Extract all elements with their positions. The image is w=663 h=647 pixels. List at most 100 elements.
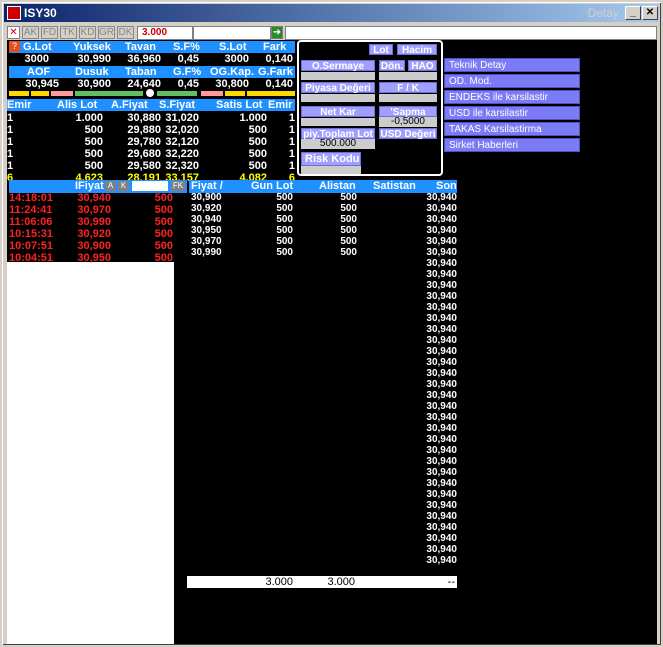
son-value: 30,940 [426,346,457,357]
depth-cell: 500 [84,124,103,136]
son-value: 30,940 [426,456,457,467]
son-value: 30,940 [426,324,457,335]
detay-label: Detay [587,6,619,20]
title-bar[interactable]: ISY30 Detay _ ✕ [4,4,659,22]
minimize-button[interactable]: _ [625,6,641,20]
menu-endeks[interactable]: ENDEKS ile karsilastir [444,90,580,104]
hdr-sf: S.F% [173,41,200,53]
son-value: 30,940 [426,357,457,368]
son-value: 30,940 [426,555,457,566]
osermaye-value [301,72,375,80]
depth-cell: 32,220 [165,148,199,160]
hdr-gfark: G.Fark [258,66,293,78]
color-bar-segment [75,91,143,96]
toolbar-btn-gr[interactable]: GR [98,26,115,39]
menu-usd[interactable]: USD ile karsilastir [444,106,580,120]
lot-button[interactable]: Lot [369,44,393,56]
val-aof: 30,945 [25,78,59,90]
menu-takas[interactable]: TAKAS Karsilastirma [444,122,580,136]
son-value: 30,940 [426,368,457,379]
close-x-icon[interactable]: ✕ [7,26,20,39]
depth-hdr-sfiyat: S.Fiyat [159,99,196,111]
depth-cell: 29,680 [127,148,161,160]
son-value: 30,940 [426,544,457,555]
fk-label: F / K [379,82,437,94]
depth-cell: 32,020 [165,124,199,136]
son-value: 30,940 [426,445,457,456]
menu-od-mod[interactable]: OD. Mod. [444,74,580,88]
center-marker-icon [145,88,155,98]
piyasa-label: Piyasa Değeri [301,82,375,94]
trade-price: 30,920 [77,228,111,240]
depth-cell: 500 [248,136,267,148]
val-sf: 0,45 [177,53,199,65]
don-label: Dön. [379,60,405,72]
trade-lot: 500 [154,204,173,216]
trade-lot: 500 [154,216,173,228]
trade-price: 30,990 [77,216,111,228]
fk-button[interactable]: FK [171,181,185,191]
app-icon [7,6,21,20]
trade-price: 30,940 [77,192,111,204]
trade-time: 11:24:41 [9,204,53,216]
toolbar-btn-dk[interactable]: DK [117,26,134,39]
price-alistan: 500 [340,247,357,258]
son-value: 30,940 [426,192,457,203]
toolbar: ✕ AK FD TK KD GR DK 3.000 ➜ [7,26,657,40]
depth-cell: 1.000 [239,112,267,124]
hdr-tavan: Tavan [125,41,156,53]
son-value: 30,940 [426,214,457,225]
toolbar-btn-fd[interactable]: FD [41,26,58,39]
usd-deger-label: USD Değeri [379,128,437,140]
price-alistan: 500 [340,236,357,247]
piyasa-value [301,94,375,102]
netkar-value [301,118,375,126]
trades-filter-field[interactable] [132,181,168,191]
depth-cell: 1 [288,124,295,136]
menu-teknik-detay[interactable]: Teknik Detay [444,58,580,72]
price-gunlot: 500 [276,214,293,225]
trade-lot: 500 [154,192,173,204]
close-button[interactable]: ✕ [642,6,658,20]
depth-hdr-emir: Emir [7,99,32,111]
depth-cell: 1 [7,124,14,136]
quantity-input[interactable]: 3.000 [137,26,193,40]
son-value: 30,940 [426,434,457,445]
piy-toplam-value: 500.000 [301,139,375,149]
depth-cell: 1 [288,136,295,148]
hao-label: HAO [408,60,437,72]
trade-time: 11:06:06 [9,216,53,228]
go-arrow-icon[interactable]: ➜ [271,26,283,39]
trades-hdr-fiyat: IFiyat [75,180,104,192]
help-icon[interactable]: ? [9,41,20,52]
toolbar-btn-ak[interactable]: AK [22,26,39,39]
trade-time: 10:15:31 [9,228,54,240]
hacim-button[interactable]: Hacim [397,44,437,56]
main-window: ISY30 Detay _ ✕ ✕ AK FD TK KD GR DK 3.00… [0,0,663,647]
prices-hdr-alistan: Alistan [319,180,356,192]
depth-cell: 1 [288,160,295,172]
price-alistan: 500 [340,203,357,214]
toolbar-btn-kd[interactable]: KD [79,26,96,39]
val-slot: 3000 [224,53,249,65]
symbol-input[interactable] [193,26,271,40]
val-dusuk: 30,900 [77,78,111,90]
depth-cell: 32,120 [165,136,199,148]
son-value: 30,940 [426,467,457,478]
toolbar-btn-tk[interactable]: TK [60,26,77,39]
depth-cell: 1 [288,148,295,160]
risk-kodu-value [301,166,361,174]
depth-hdr-emir2: Emir [268,99,293,111]
val-glot: 3000 [24,53,49,65]
val-gfark: 0,140 [265,78,293,90]
sort-k-button[interactable]: K [118,181,129,191]
depth-cell: 29,580 [127,160,161,172]
sort-a-button[interactable]: A [105,181,116,191]
val-taban: 24,640 [127,78,161,90]
trade-price: 30,970 [77,204,111,216]
color-bar-segment [9,91,29,96]
color-bar-segment [157,91,197,96]
son-value: 30,940 [426,478,457,489]
menu-sirket-haberleri[interactable]: Sirket Haberleri [444,138,580,152]
depth-hdr-afiyat: A.Fiyat [111,99,148,111]
